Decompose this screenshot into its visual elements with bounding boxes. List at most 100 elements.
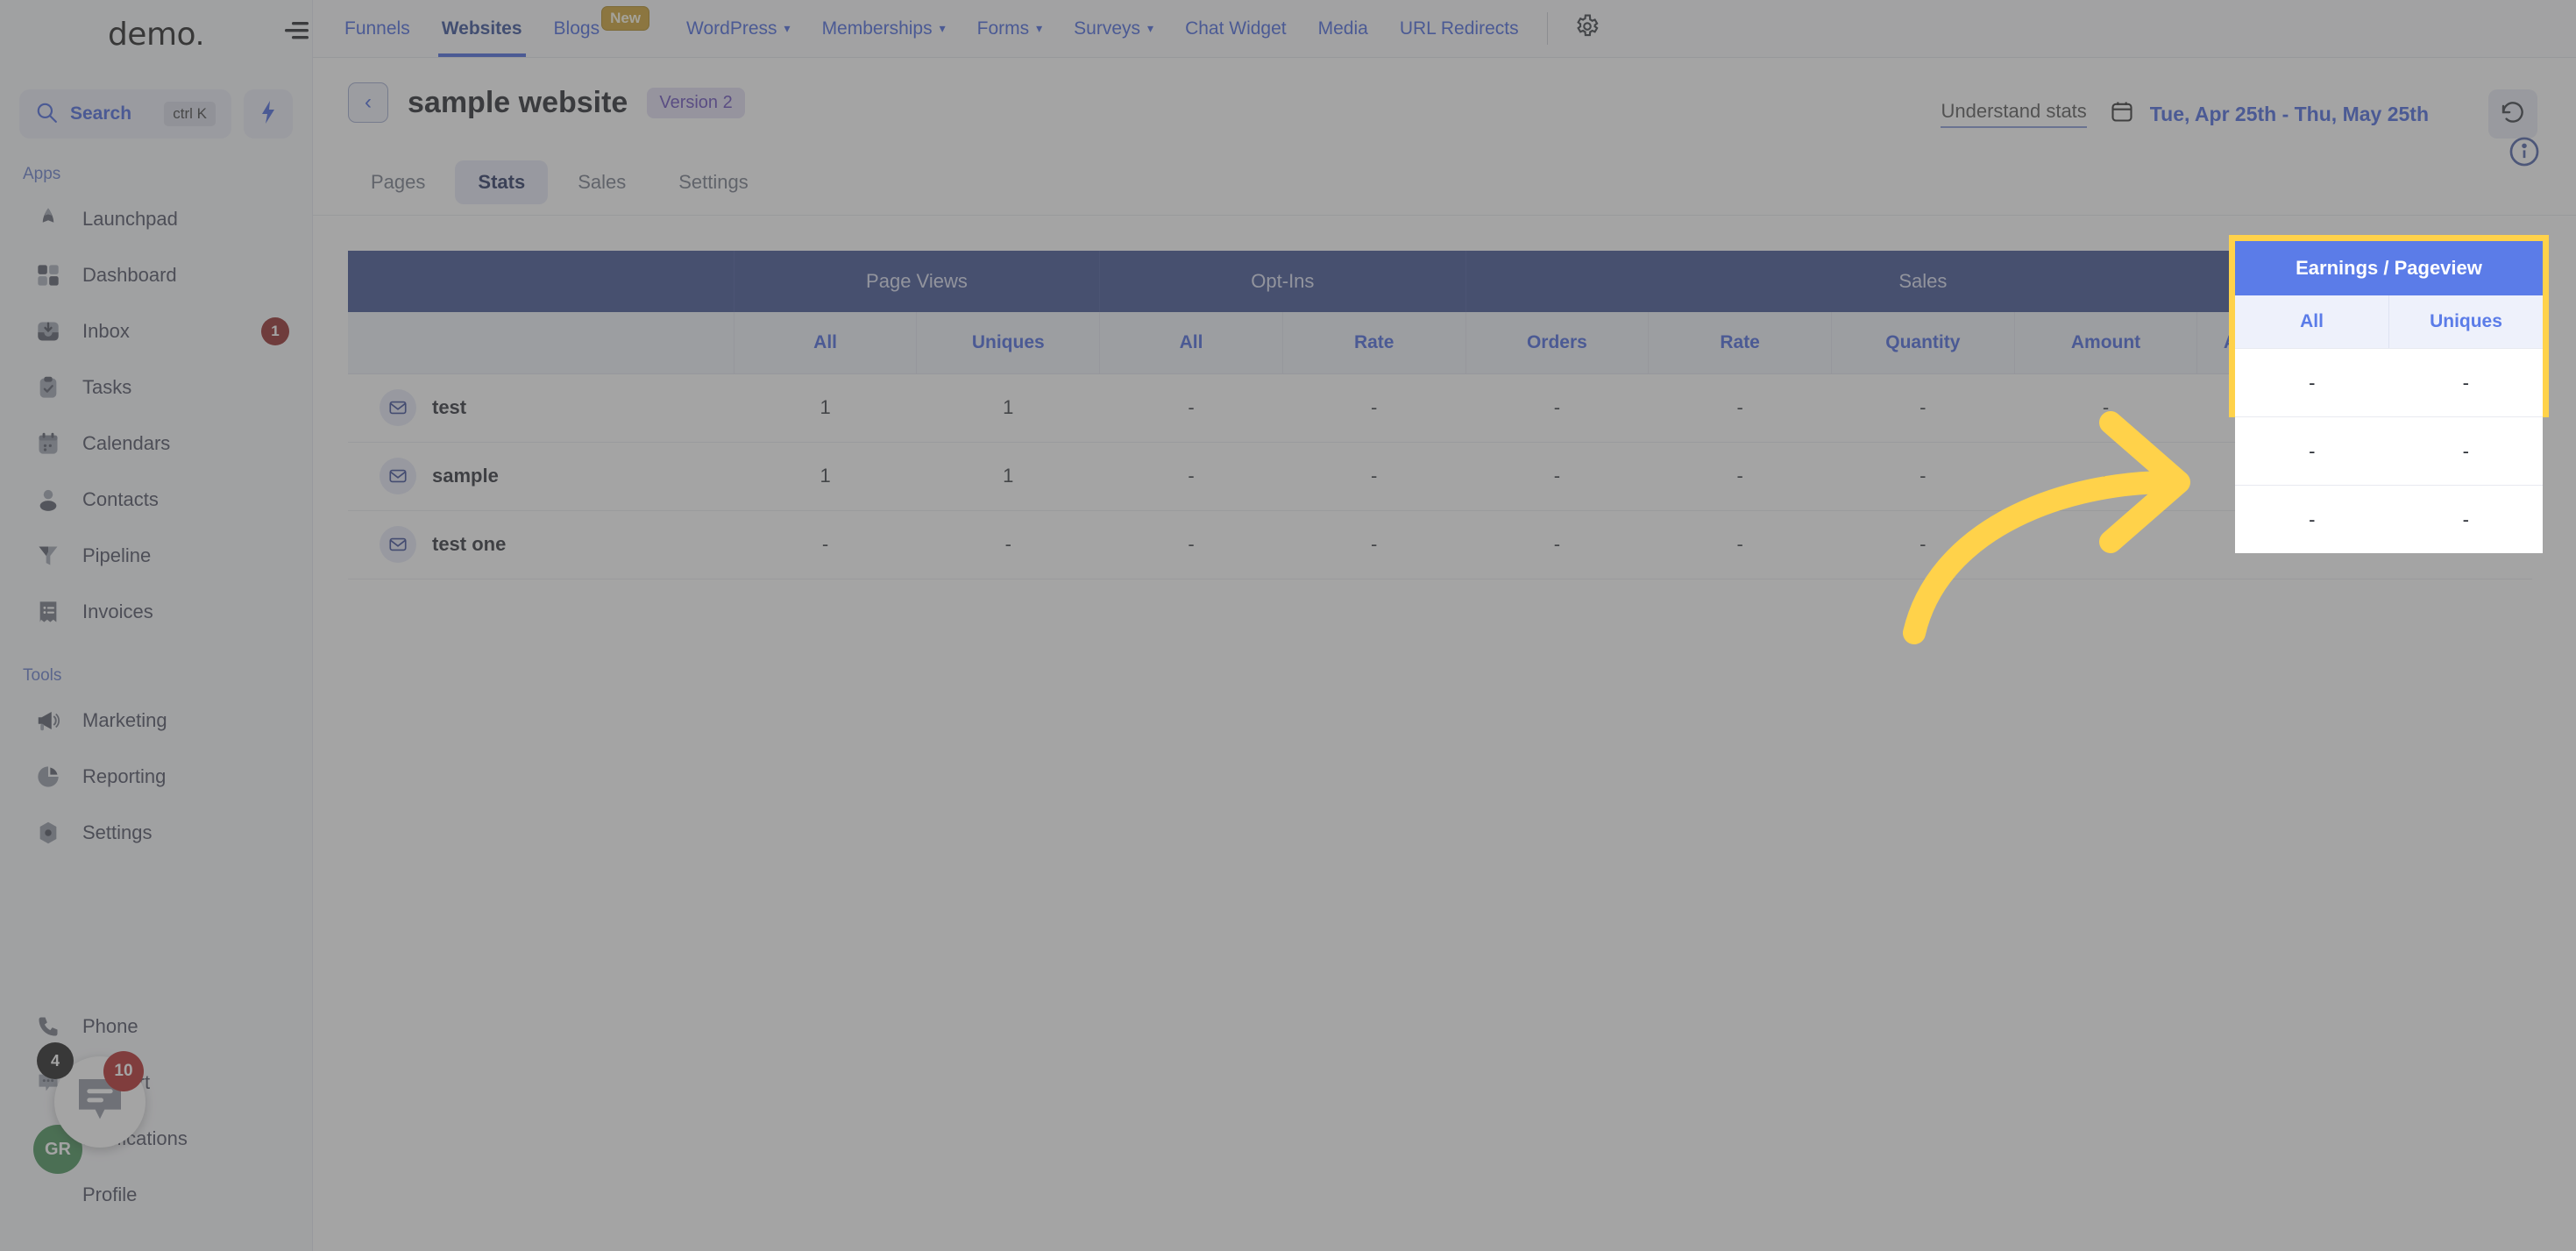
sidebar-item-launchpad[interactable]: Launchpad bbox=[0, 191, 312, 247]
quick-action-button[interactable] bbox=[244, 89, 293, 139]
mail-icon bbox=[380, 458, 416, 494]
section-tabs: Pages Stats Sales Settings bbox=[313, 149, 2576, 216]
stats-table: Page Views Opt-Ins Sales All Uniques All… bbox=[348, 251, 2532, 579]
sidebar-item-inbox[interactable]: Inbox 1 bbox=[0, 303, 312, 359]
earnings-pageview-highlight: Earnings / Pageview All Uniques - - - - … bbox=[2229, 235, 2549, 553]
page-header-right: Understand stats Tue, Apr 25th - Thu, Ma… bbox=[1941, 89, 2537, 139]
chevron-down-icon: ▾ bbox=[1036, 21, 1043, 35]
sub-header-optins-rate[interactable]: Rate bbox=[1282, 312, 1466, 374]
sub-header-pageviews-all[interactable]: All bbox=[734, 312, 918, 374]
understand-stats-link[interactable]: Understand stats bbox=[1941, 100, 2087, 128]
cell-sales-orders: - bbox=[1465, 373, 1649, 443]
chevron-left-icon: ‹ bbox=[365, 90, 372, 114]
earnings-subheader-uniques[interactable]: Uniques bbox=[2388, 295, 2543, 348]
sidebar-item-calendars[interactable]: Calendars bbox=[0, 416, 312, 472]
earnings-subheader-all[interactable]: All bbox=[2235, 295, 2388, 348]
main-content: Funnels Websites Blogs New WordPress ▾ M… bbox=[313, 0, 2576, 1251]
table-row[interactable]: test one - - - - - - - - - bbox=[348, 510, 2532, 579]
sidebar-item-tasks[interactable]: Tasks bbox=[0, 359, 312, 416]
cell-sales-amount: - bbox=[2014, 442, 2197, 511]
cell-sales-rate: - bbox=[1648, 510, 1832, 579]
sidebar-item-label: Dashboard bbox=[82, 264, 177, 286]
pie-chart-icon bbox=[33, 762, 63, 792]
topnav-item-blogs[interactable]: Blogs New bbox=[538, 0, 671, 57]
topnav-item-label: Chat Widget bbox=[1185, 18, 1287, 39]
cell-optins-rate: - bbox=[1282, 373, 1466, 443]
tab-sales[interactable]: Sales bbox=[555, 160, 649, 204]
search-icon bbox=[35, 101, 58, 128]
sidebar-item-reporting[interactable]: Reporting bbox=[0, 749, 312, 805]
sub-header-sales-orders[interactable]: Orders bbox=[1465, 312, 1650, 374]
chat-badge-red: 10 bbox=[103, 1051, 144, 1091]
date-range-picker[interactable]: Tue, Apr 25th - Thu, May 25th bbox=[2110, 99, 2429, 129]
cell-pageviews-uniques: - bbox=[916, 510, 1100, 579]
inbox-icon bbox=[33, 316, 63, 346]
divider bbox=[1546, 12, 1548, 45]
cell-optins-rate: - bbox=[1282, 510, 1466, 579]
brand-logo[interactable]: demo. bbox=[0, 0, 312, 68]
back-button[interactable]: ‹ bbox=[348, 82, 388, 123]
topnav-item-memberships[interactable]: Memberships ▾ bbox=[806, 0, 962, 57]
sub-header-sales-quantity[interactable]: Quantity bbox=[1831, 312, 2015, 374]
sub-header-sales-amount[interactable]: Amount bbox=[2014, 312, 2198, 374]
topnav-item-funnels[interactable]: Funnels bbox=[329, 0, 426, 57]
tab-pages[interactable]: Pages bbox=[348, 160, 448, 204]
topnav-item-chat-widget[interactable]: Chat Widget bbox=[1169, 0, 1302, 57]
table-row[interactable]: sample 1 1 - - - - - - - bbox=[348, 442, 2532, 511]
tab-settings[interactable]: Settings bbox=[656, 160, 771, 204]
table-row[interactable]: test 1 1 - - - - - - - bbox=[348, 373, 2532, 443]
row-name-cell: sample bbox=[348, 442, 734, 511]
clipboard-check-icon bbox=[33, 373, 63, 402]
cell-optins-all: - bbox=[1099, 373, 1283, 443]
sidebar-item-invoices[interactable]: Invoices bbox=[0, 584, 312, 640]
earnings-cell-all: - bbox=[2309, 439, 2316, 462]
topnav-item-url-redirects[interactable]: URL Redirects bbox=[1384, 0, 1535, 57]
sidebar-item-label: Profile bbox=[82, 1183, 138, 1205]
topnav-settings-button[interactable] bbox=[1558, 0, 1616, 57]
sub-header-sales-rate[interactable]: Rate bbox=[1648, 312, 1832, 374]
sub-header-pageviews-uniques[interactable]: Uniques bbox=[916, 312, 1101, 374]
cell-pageviews-uniques: 1 bbox=[916, 373, 1100, 443]
refresh-button[interactable] bbox=[2488, 89, 2537, 139]
search-shortcut: ctrl K bbox=[164, 102, 216, 126]
search-label: Search bbox=[70, 103, 132, 124]
avatar-initials: GR bbox=[45, 1139, 71, 1159]
sidebar-item-marketing[interactable]: Marketing bbox=[0, 693, 312, 749]
sidebar-item-dashboard[interactable]: Dashboard bbox=[0, 247, 312, 303]
tab-stats[interactable]: Stats bbox=[455, 160, 549, 204]
sidebar-item-pipeline[interactable]: Pipeline bbox=[0, 528, 312, 584]
search-row: Search ctrl K bbox=[0, 89, 312, 139]
mail-icon bbox=[380, 526, 416, 563]
new-badge: New bbox=[601, 5, 650, 31]
topnav-item-surveys[interactable]: Surveys ▾ bbox=[1058, 0, 1169, 57]
sub-header-optins-all[interactable]: All bbox=[1099, 312, 1283, 374]
rocket-icon bbox=[33, 204, 63, 234]
calendar-icon bbox=[2110, 99, 2134, 129]
info-button[interactable] bbox=[2508, 135, 2543, 170]
topnav-item-wordpress[interactable]: WordPress ▾ bbox=[671, 0, 806, 57]
sidebar-item-settings[interactable]: Settings bbox=[0, 805, 312, 861]
topnav-item-media[interactable]: Media bbox=[1302, 0, 1384, 57]
row-name: test bbox=[432, 396, 467, 418]
row-name: sample bbox=[432, 465, 499, 487]
group-header-page-views: Page Views bbox=[734, 251, 1101, 312]
search-input[interactable]: Search ctrl K bbox=[19, 89, 231, 139]
topnav-item-websites[interactable]: Websites bbox=[426, 0, 538, 57]
lightning-bolt-icon bbox=[258, 100, 279, 129]
cell-optins-rate: - bbox=[1282, 442, 1466, 511]
table-group-header-row: Page Views Opt-Ins Sales bbox=[348, 251, 2532, 312]
cell-sales-quantity: - bbox=[1831, 442, 2015, 511]
sidebar-item-label: Reporting bbox=[82, 765, 167, 787]
brand-name: demo bbox=[107, 16, 196, 53]
mail-icon bbox=[380, 389, 416, 426]
earnings-cell-all: - bbox=[2309, 371, 2316, 394]
sidebar-item-label: Tasks bbox=[82, 376, 132, 398]
sidebar-item-contacts[interactable]: Contacts bbox=[0, 472, 312, 528]
topnav-item-forms[interactable]: Forms ▾ bbox=[962, 0, 1059, 57]
sidebar-item-label: Calendars bbox=[82, 432, 171, 454]
hamburger-menu-icon[interactable] bbox=[280, 19, 310, 42]
chevron-down-icon: ▾ bbox=[784, 21, 791, 35]
sidebar-item-profile[interactable]: Profile bbox=[0, 1167, 312, 1223]
sidebar-item-label: Inbox bbox=[82, 320, 130, 342]
cell-sales-rate: - bbox=[1648, 373, 1832, 443]
